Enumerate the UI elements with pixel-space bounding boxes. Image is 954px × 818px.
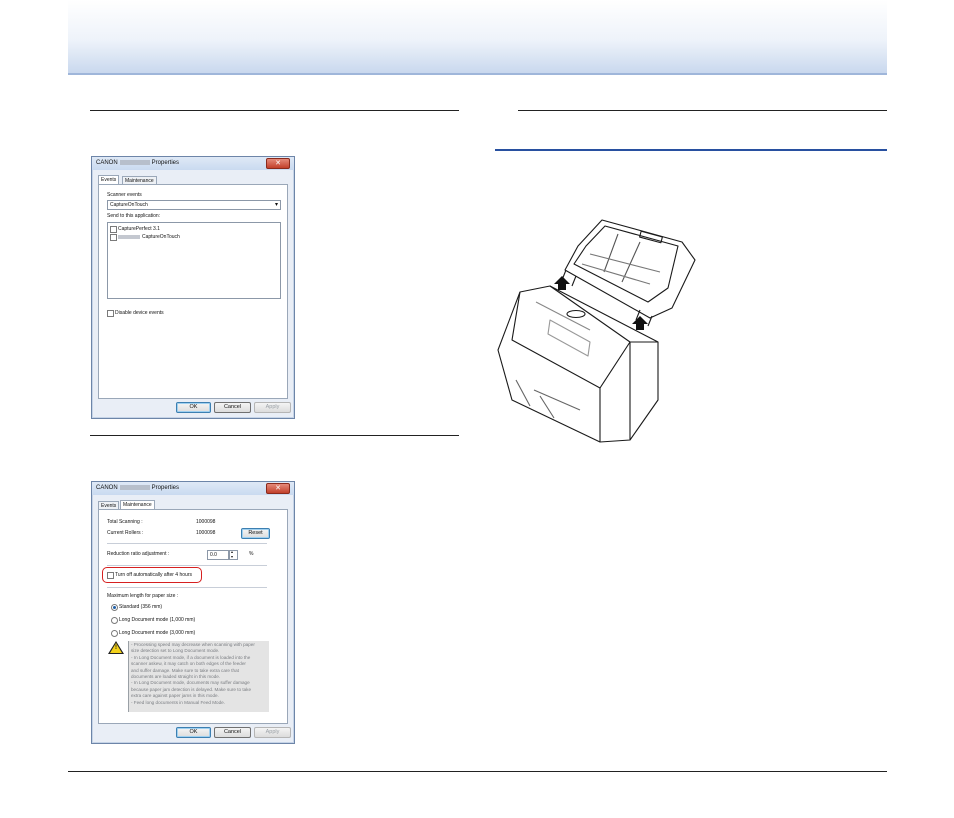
cancel-button[interactable]: Cancel: [214, 727, 251, 738]
apply-button[interactable]: Apply: [254, 727, 291, 738]
percent-unit: %: [249, 551, 254, 557]
radio-standard-label: Standard (356 mm): [119, 604, 163, 610]
total-scanning-label: Total Scanning :: [107, 519, 143, 525]
arrow-down-icon[interactable]: ▾: [231, 554, 233, 559]
warning-line: - In Long Document mode, documents may s…: [131, 680, 250, 686]
title-prefix: CANON: [96, 485, 118, 492]
close-icon[interactable]: ✕: [266, 483, 290, 494]
redacted-text: [118, 235, 140, 239]
warning-glyph: !: [115, 645, 117, 651]
warning-icon: !: [108, 641, 124, 654]
title-suffix: Properties: [151, 160, 180, 167]
warning-box: - Processing speed may decrease when sca…: [128, 641, 269, 712]
app-checkbox-1[interactable]: [110, 226, 117, 233]
section-rule-1: [90, 110, 459, 111]
current-rollers-label: Current Rollers :: [107, 530, 144, 536]
section-rule-2: [518, 110, 887, 111]
radio-standard[interactable]: [111, 604, 118, 611]
dialog-titlebar: CANON Properties ✕: [92, 157, 294, 170]
cancel-button[interactable]: Cancel: [214, 402, 251, 413]
close-icon[interactable]: ✕: [266, 158, 290, 169]
radio-long-3000[interactable]: [111, 630, 118, 637]
header-band: [68, 0, 887, 75]
redacted-model: [119, 485, 150, 490]
send-to-label: Send to this application:: [107, 213, 161, 219]
dialog-title: CANON Properties: [96, 485, 179, 491]
app-checkbox-2[interactable]: [110, 234, 117, 241]
section-rule-3: [90, 435, 459, 436]
scanner-icon: [497, 219, 696, 443]
radio-long-1000-label: Long Document mode (1,000 mm): [119, 617, 196, 623]
scanner-events-label: Scanner events: [107, 192, 142, 198]
radio-long-1000[interactable]: [111, 617, 118, 624]
total-scanning-value: 1000098: [196, 519, 216, 525]
ok-button[interactable]: OK: [176, 402, 211, 413]
title-prefix: CANON: [96, 160, 118, 167]
warning-line: - Feed long documents in Manual Feed Mod…: [131, 699, 225, 705]
blue-rule: [495, 149, 887, 151]
separator: [107, 587, 267, 588]
reduction-ratio-value: 0.0: [210, 552, 217, 558]
max-length-label: Maximum length for paper size :: [107, 593, 179, 599]
reduction-ratio-stepper[interactable]: ▴ ▾: [229, 549, 238, 560]
properties-dialog-maintenance: CANON Properties ✕ Events Maintenance Tot…: [91, 481, 295, 744]
dialog-titlebar: CANON Properties ✕: [92, 482, 294, 495]
radio-long-3000-label: Long Document mode (3,000 mm): [119, 630, 196, 636]
disable-events-label: Disable device events: [115, 310, 164, 316]
reduction-ratio-label: Reduction ratio adjustment :: [107, 551, 170, 557]
reduction-ratio-input[interactable]: 0.0: [207, 550, 229, 560]
separator: [107, 543, 267, 544]
scanner-events-select[interactable]: CaptureOnTouch ▾: [107, 200, 281, 210]
turn-off-label: Turn off automatically after 4 hours: [115, 572, 192, 578]
turn-off-checkbox[interactable]: [107, 572, 114, 579]
apply-button[interactable]: Apply: [254, 402, 291, 413]
properties-dialog-events: CANON Properties ✕ Events Maintenance Sca…: [91, 156, 295, 419]
separator: [107, 565, 267, 566]
reset-button[interactable]: Reset: [241, 528, 270, 539]
current-rollers-value: 1000098: [196, 530, 216, 536]
warning-text: - Processing speed may decrease when sca…: [131, 642, 267, 706]
dialog-title: CANON Properties: [96, 160, 179, 166]
app-name-1: CapturePerfect 3.1: [118, 226, 160, 232]
tab-panel: Total Scanning : 1000098 Current Rollers…: [98, 509, 288, 724]
scanner-events-value: CaptureOnTouch: [110, 202, 148, 208]
footer-rule: [68, 771, 887, 772]
title-suffix: Properties: [151, 485, 180, 492]
redacted-model: [119, 160, 150, 165]
chevron-down-icon: ▾: [274, 202, 278, 208]
app-name-2: CaptureOnTouch: [142, 234, 180, 240]
application-list[interactable]: CapturePerfect 3.1 CaptureOnTouch: [107, 222, 281, 299]
tab-panel: Scanner events CaptureOnTouch ▾ Send to …: [98, 184, 288, 399]
disable-events-checkbox[interactable]: [107, 310, 114, 317]
ok-button[interactable]: OK: [176, 727, 211, 738]
